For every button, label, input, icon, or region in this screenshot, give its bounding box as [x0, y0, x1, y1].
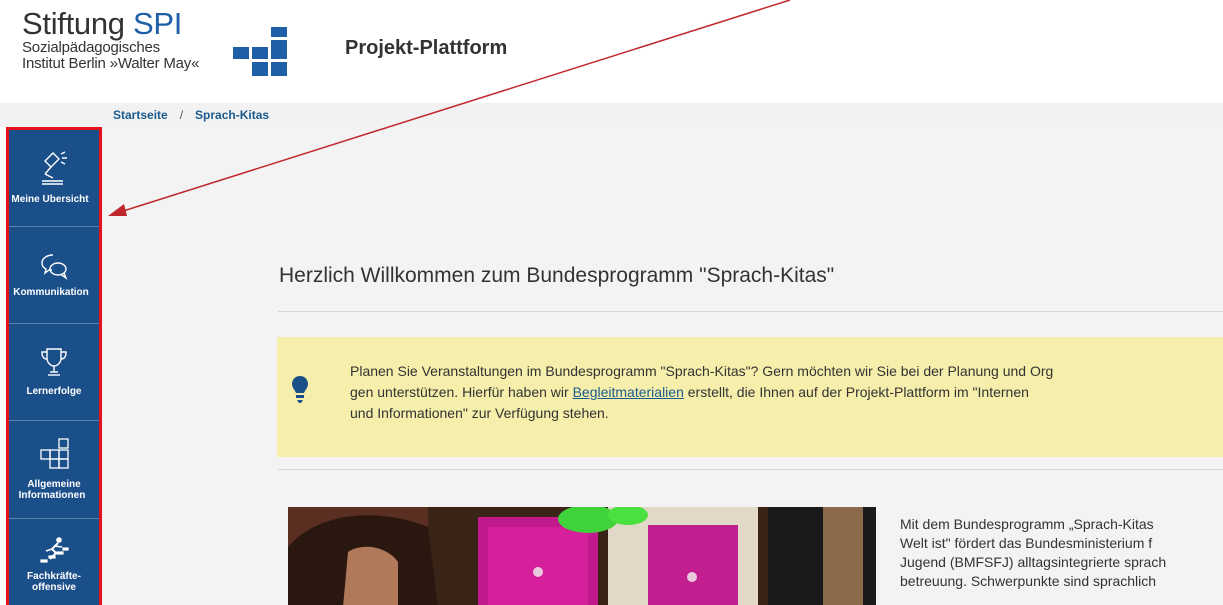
page-title: Herzlich Willkommen zum Bundesprogramm "… [279, 264, 835, 287]
intro-line-3: Jugend (BMFSFJ) alltagsintegrierte sprac… [900, 554, 1167, 570]
breadcrumb-current-link[interactable]: Sprach-Kitas [195, 108, 269, 122]
sidebar-item-label-line-1: Allgemeine [27, 479, 81, 490]
kita-photo [288, 507, 876, 605]
sidebar-nav: Meine Übersicht Kommunikation Lernerfolg… [6, 127, 102, 605]
desk-lamp-icon [42, 151, 67, 185]
info-line-3: und Informationen" zur Verfügung stehen. [350, 405, 609, 421]
climber-icon [40, 537, 69, 563]
breadcrumb: Startseite / Sprach-Kitas [0, 103, 1223, 127]
logo-subtitle-line-1: Sozialpädagogisches [22, 39, 160, 56]
begleitmaterialien-link[interactable]: Begleitmaterialien [573, 384, 684, 400]
spi-logo-mark-icon [233, 27, 287, 76]
trophy-icon [41, 348, 67, 376]
info-notice-box: Planen Sie Veranstaltungen im Bundesprog… [277, 337, 1223, 457]
sidebar-item-allgemeine-informationen[interactable]: Allgemeine Informationen [9, 421, 99, 519]
logo-subtitle-line-2: Institut Berlin »Walter May« [22, 55, 200, 72]
grid-blocks-icon [40, 438, 69, 469]
sidebar-item-label-line-1: Fachkräfte- [27, 571, 81, 582]
sidebar-item-kommunikation[interactable]: Kommunikation [9, 227, 99, 324]
sidebar-item-fachkraefteoffensive[interactable]: Fachkräfte- offensive [9, 519, 99, 605]
divider [278, 311, 1223, 312]
stiftung-spi-logo[interactable]: Stiftung SPI Sozialpädagogisches Institu… [22, 8, 199, 72]
intro-line-2: Welt ist" fördert das Bundesministerium … [900, 535, 1153, 551]
intro-paragraph: Mit dem Bundesprogramm „Sprach-Kitas Wel… [900, 515, 1223, 591]
divider [278, 469, 1223, 470]
sidebar-item-label: Kommunikation [13, 287, 89, 298]
info-notice-text: Planen Sie Veranstaltungen im Bundesprog… [350, 361, 1223, 424]
sidebar-item-label: Meine Übersicht [11, 194, 89, 205]
intro-line-4: betreuung. Schwerpunkte sind sprachlich [900, 573, 1157, 589]
info-line-2: gen unterstützen. Hierfür haben wir Begl… [350, 384, 1029, 400]
sidebar-item-label-line-2: offensive [32, 582, 76, 593]
info-line-1: Planen Sie Veranstaltungen im Bundesprog… [350, 363, 1054, 379]
chat-bubbles-icon [41, 254, 68, 280]
main-content: Herzlich Willkommen zum Bundesprogramm "… [102, 127, 1223, 605]
breadcrumb-home-link[interactable]: Startseite [113, 108, 168, 122]
site-header: Stiftung SPI Sozialpädagogisches Institu… [0, 0, 1223, 103]
sidebar-item-meine-uebersicht[interactable]: Meine Übersicht [9, 130, 99, 227]
sidebar-item-lernerfolge[interactable]: Lernerfolge [9, 324, 99, 421]
platform-title: Projekt-Plattform [345, 37, 508, 59]
sidebar-item-label-line-2: Informationen [18, 490, 86, 501]
logo-wordmark: Stiftung SPI [22, 6, 183, 41]
sidebar-item-label: Lernerfolge [26, 386, 82, 397]
intro-line-1: Mit dem Bundesprogramm „Sprach-Kitas [900, 516, 1154, 532]
lightbulb-icon [292, 376, 308, 403]
breadcrumb-separator: / [179, 108, 184, 122]
photo-children-learning [288, 507, 876, 605]
